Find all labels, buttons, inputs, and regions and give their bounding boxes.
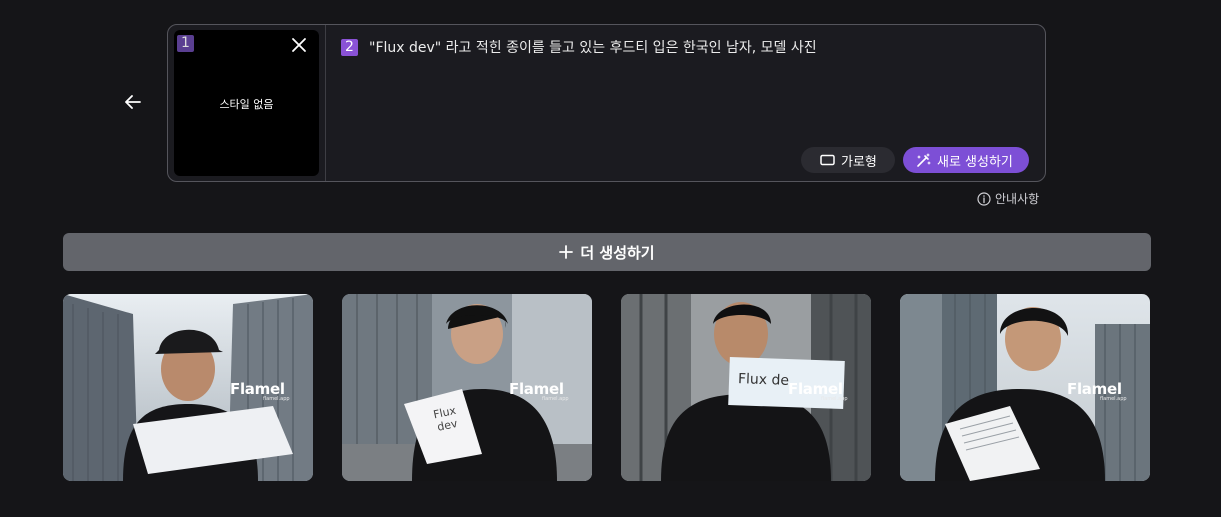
watermark-sub: flamel.app	[542, 396, 569, 402]
prompt-input[interactable]: "Flux dev" 라고 적힌 종이를 들고 있는 후드티 입은 한국인 남자…	[369, 39, 817, 57]
remove-style-button[interactable]	[291, 37, 307, 53]
result-image-4[interactable]: Flamel flamel.app	[900, 294, 1150, 481]
back-button[interactable]	[122, 92, 144, 112]
close-icon	[292, 38, 306, 52]
result-image-2[interactable]: Flamel flamel.app Flux dev	[342, 294, 592, 481]
style-number-badge: 1	[177, 35, 194, 52]
style-preview[interactable]: 1 스타일 없음	[174, 30, 319, 176]
result-image-3[interactable]: Flamel flamel.app Flux de	[621, 294, 871, 481]
info-icon	[977, 191, 991, 206]
watermark-sub: flamel.app	[263, 396, 290, 402]
arrow-left-icon	[125, 95, 141, 109]
guide-label: 안내사항	[995, 192, 1040, 206]
aspect-ratio-button[interactable]: 가로형	[801, 147, 895, 173]
watermark-sub: flamel.app	[1100, 396, 1127, 402]
generate-more-button[interactable]: 더 생성하기	[63, 233, 1151, 271]
prompt-card: 1 스타일 없음 2 "Flux dev" 라고 적힌 종이를 들고 있는 후드…	[167, 24, 1046, 182]
guide-link[interactable]: 안내사항	[977, 190, 1039, 207]
magic-wand-icon	[917, 152, 931, 167]
paper-text: Flux de	[737, 371, 790, 389]
aspect-ratio-label: 가로형	[841, 154, 877, 170]
prompt-number-badge: 2	[341, 39, 358, 56]
plus-icon	[559, 245, 574, 259]
style-label: 스타일 없음	[219, 98, 274, 111]
result-image-1[interactable]: Flamel flamel.app	[63, 294, 313, 481]
watermark-sub: flamel.app	[821, 396, 848, 402]
generate-new-label: 새로 생성하기	[937, 154, 1013, 170]
panel-divider	[325, 25, 326, 181]
generate-more-label: 더 생성하기	[580, 243, 655, 262]
rectangle-icon	[820, 154, 835, 166]
generate-new-button[interactable]: 새로 생성하기	[903, 147, 1029, 173]
